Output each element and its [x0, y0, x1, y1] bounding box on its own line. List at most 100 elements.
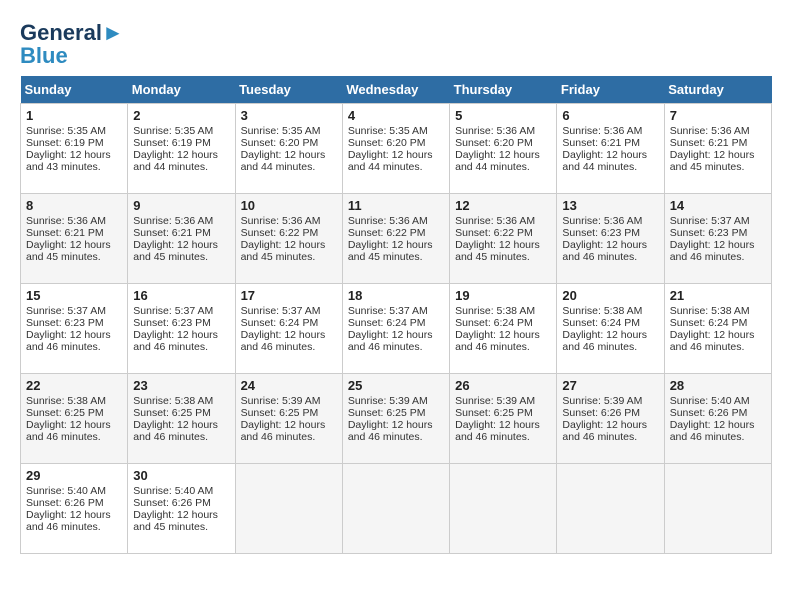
- sunset-label: Sunset: 6:25 PM: [455, 407, 533, 419]
- daylight-label: Daylight: 12 hours and 43 minutes.: [26, 149, 111, 173]
- daylight-label: Daylight: 12 hours and 45 minutes.: [670, 149, 755, 173]
- daylight-label: Daylight: 12 hours and 46 minutes.: [133, 329, 218, 353]
- sunrise-label: Sunrise: 5:36 AM: [562, 215, 642, 227]
- day-cell-14: 14Sunrise: 5:37 AMSunset: 6:23 PMDayligh…: [664, 193, 771, 283]
- day-cell-29: 29Sunrise: 5:40 AMSunset: 6:26 PMDayligh…: [21, 463, 128, 553]
- sunrise-label: Sunrise: 5:36 AM: [562, 125, 642, 137]
- day-number: 22: [26, 378, 122, 393]
- sunset-label: Sunset: 6:26 PM: [26, 497, 104, 509]
- sunrise-label: Sunrise: 5:38 AM: [133, 395, 213, 407]
- sunset-label: Sunset: 6:23 PM: [133, 317, 211, 329]
- logo: General► Blue: [20, 20, 124, 66]
- day-number: 2: [133, 108, 229, 123]
- sunset-label: Sunset: 6:26 PM: [562, 407, 640, 419]
- sunset-label: Sunset: 6:22 PM: [348, 227, 426, 239]
- day-cell-20: 20Sunrise: 5:38 AMSunset: 6:24 PMDayligh…: [557, 283, 664, 373]
- daylight-label: Daylight: 12 hours and 44 minutes.: [241, 149, 326, 173]
- sunset-label: Sunset: 6:23 PM: [562, 227, 640, 239]
- empty-cell: [342, 463, 449, 553]
- sunrise-label: Sunrise: 5:37 AM: [348, 305, 428, 317]
- sunrise-label: Sunrise: 5:38 AM: [670, 305, 750, 317]
- day-number: 12: [455, 198, 551, 213]
- sunset-label: Sunset: 6:22 PM: [241, 227, 319, 239]
- day-number: 14: [670, 198, 766, 213]
- daylight-label: Daylight: 12 hours and 45 minutes.: [133, 239, 218, 263]
- day-cell-7: 7Sunrise: 5:36 AMSunset: 6:21 PMDaylight…: [664, 103, 771, 193]
- daylight-label: Daylight: 12 hours and 46 minutes.: [670, 419, 755, 443]
- sunset-label: Sunset: 6:19 PM: [26, 137, 104, 149]
- daylight-label: Daylight: 12 hours and 45 minutes.: [133, 509, 218, 533]
- day-number: 23: [133, 378, 229, 393]
- day-cell-1: 1Sunrise: 5:35 AMSunset: 6:19 PMDaylight…: [21, 103, 128, 193]
- calendar-table: Sunday Monday Tuesday Wednesday Thursday…: [20, 76, 772, 554]
- daylight-label: Daylight: 12 hours and 46 minutes.: [241, 419, 326, 443]
- day-cell-19: 19Sunrise: 5:38 AMSunset: 6:24 PMDayligh…: [450, 283, 557, 373]
- day-number: 9: [133, 198, 229, 213]
- sunrise-label: Sunrise: 5:36 AM: [26, 215, 106, 227]
- daylight-label: Daylight: 12 hours and 44 minutes.: [133, 149, 218, 173]
- sunrise-label: Sunrise: 5:36 AM: [348, 215, 428, 227]
- sunrise-label: Sunrise: 5:36 AM: [133, 215, 213, 227]
- daylight-label: Daylight: 12 hours and 44 minutes.: [455, 149, 540, 173]
- day-cell-21: 21Sunrise: 5:38 AMSunset: 6:24 PMDayligh…: [664, 283, 771, 373]
- col-wednesday: Wednesday: [342, 76, 449, 104]
- daylight-label: Daylight: 12 hours and 46 minutes.: [455, 419, 540, 443]
- sunrise-label: Sunrise: 5:40 AM: [133, 485, 213, 497]
- empty-cell: [557, 463, 664, 553]
- day-number: 28: [670, 378, 766, 393]
- day-cell-28: 28Sunrise: 5:40 AMSunset: 6:26 PMDayligh…: [664, 373, 771, 463]
- sunset-label: Sunset: 6:25 PM: [241, 407, 319, 419]
- daylight-label: Daylight: 12 hours and 46 minutes.: [455, 329, 540, 353]
- day-cell-15: 15Sunrise: 5:37 AMSunset: 6:23 PMDayligh…: [21, 283, 128, 373]
- week-row-4: 22Sunrise: 5:38 AMSunset: 6:25 PMDayligh…: [21, 373, 772, 463]
- day-cell-26: 26Sunrise: 5:39 AMSunset: 6:25 PMDayligh…: [450, 373, 557, 463]
- daylight-label: Daylight: 12 hours and 46 minutes.: [348, 329, 433, 353]
- empty-cell: [235, 463, 342, 553]
- day-cell-18: 18Sunrise: 5:37 AMSunset: 6:24 PMDayligh…: [342, 283, 449, 373]
- day-cell-9: 9Sunrise: 5:36 AMSunset: 6:21 PMDaylight…: [128, 193, 235, 283]
- day-cell-30: 30Sunrise: 5:40 AMSunset: 6:26 PMDayligh…: [128, 463, 235, 553]
- sunrise-label: Sunrise: 5:35 AM: [241, 125, 321, 137]
- daylight-label: Daylight: 12 hours and 44 minutes.: [348, 149, 433, 173]
- daylight-label: Daylight: 12 hours and 46 minutes.: [26, 509, 111, 533]
- day-number: 19: [455, 288, 551, 303]
- day-cell-23: 23 Sunrise: 5:38 AMSunset: 6:25 PMDayligh…: [128, 373, 235, 463]
- empty-cell: [450, 463, 557, 553]
- daylight-label: Daylight: 12 hours and 46 minutes.: [670, 239, 755, 263]
- day-number: 15: [26, 288, 122, 303]
- sunrise-label: Sunrise: 5:36 AM: [455, 215, 535, 227]
- sunset-label: Sunset: 6:22 PM: [455, 227, 533, 239]
- sunset-label: Sunset: 6:26 PM: [670, 407, 748, 419]
- day-cell-8: 8Sunrise: 5:36 AMSunset: 6:21 PMDaylight…: [21, 193, 128, 283]
- daylight-label: Daylight: 12 hours and 46 minutes.: [26, 419, 111, 443]
- daylight-label: Daylight: 12 hours and 46 minutes.: [26, 329, 111, 353]
- day-number: 8: [26, 198, 122, 213]
- col-tuesday: Tuesday: [235, 76, 342, 104]
- day-number: 26: [455, 378, 551, 393]
- sunrise-label: Sunrise: 5:36 AM: [241, 215, 321, 227]
- day-number: 27: [562, 378, 658, 393]
- sunrise-label: Sunrise: 5:37 AM: [241, 305, 321, 317]
- sunrise-label: Sunrise: 5:37 AM: [133, 305, 213, 317]
- day-cell-10: 10Sunrise: 5:36 AMSunset: 6:22 PMDayligh…: [235, 193, 342, 283]
- day-number: 5: [455, 108, 551, 123]
- sunset-label: Sunset: 6:21 PM: [670, 137, 748, 149]
- day-number: 4: [348, 108, 444, 123]
- day-cell-24: 24 Sunrise: 5:39 AMSunset: 6:25 PMDayligh…: [235, 373, 342, 463]
- week-row-3: 15Sunrise: 5:37 AMSunset: 6:23 PMDayligh…: [21, 283, 772, 373]
- daylight-label: Daylight: 12 hours and 45 minutes.: [348, 239, 433, 263]
- day-number: 18: [348, 288, 444, 303]
- sunset-label: Sunset: 6:20 PM: [241, 137, 319, 149]
- day-number: 13: [562, 198, 658, 213]
- day-number: 24: [241, 378, 337, 393]
- sunset-label: Sunset: 6:25 PM: [133, 407, 211, 419]
- sunset-label: Sunset: 6:24 PM: [670, 317, 748, 329]
- daylight-label: Daylight: 12 hours and 46 minutes.: [133, 419, 218, 443]
- day-cell-3: 3Sunrise: 5:35 AMSunset: 6:20 PMDaylight…: [235, 103, 342, 193]
- sunset-label: Sunset: 6:26 PM: [133, 497, 211, 509]
- sunrise-label: Sunrise: 5:39 AM: [348, 395, 428, 407]
- day-cell-5: 5Sunrise: 5:36 AMSunset: 6:20 PMDaylight…: [450, 103, 557, 193]
- sunrise-label: Sunrise: 5:37 AM: [26, 305, 106, 317]
- page-header: General► Blue: [20, 20, 772, 66]
- sunrise-label: Sunrise: 5:39 AM: [241, 395, 321, 407]
